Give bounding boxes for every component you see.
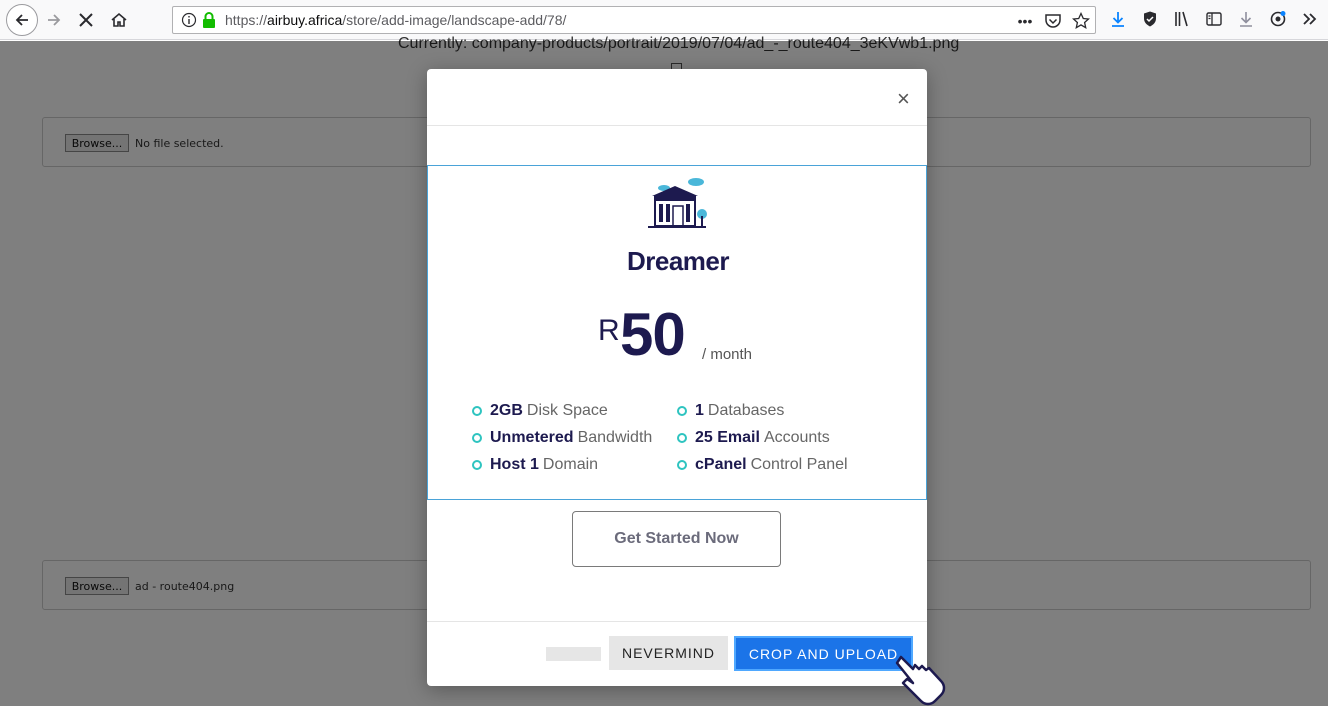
url-bar[interactable]: https://airbuy.africa/store/add-image/la… (172, 6, 1096, 34)
pricing-card: Dreamer R 50 / month 2GB Disk Space 1 Data… (427, 165, 927, 500)
download-icon[interactable] (1107, 8, 1129, 30)
feature-item: Unmetered Bandwidth (472, 429, 652, 447)
browser-toolbar: https://airbuy.africa/store/add-image/la… (0, 0, 1328, 40)
forward-icon (48, 14, 61, 26)
feature-item: 1 Databases (677, 402, 784, 420)
download-arrow-icon[interactable] (1235, 8, 1257, 30)
circle-bullet-icon (677, 406, 687, 416)
plan-name: Dreamer (626, 246, 730, 276)
url-text[interactable]: https://airbuy.africa/store/add-image/la… (225, 12, 566, 28)
get-started-button[interactable]: Get Started Now (572, 511, 781, 567)
crop-and-upload-button[interactable]: CROP AND UPLOAD (734, 636, 913, 671)
account-icon[interactable] (1267, 8, 1289, 30)
info-icon[interactable] (181, 12, 197, 28)
feature-item: 25 Email Accounts (677, 429, 830, 447)
feature-item: 2GB Disk Space (472, 402, 608, 420)
forward-button[interactable] (40, 6, 68, 34)
lock-icon[interactable] (201, 11, 217, 29)
crop-modal: × Dreamer R 50 / month 2GB Disk Space 1 … (427, 69, 927, 686)
back-button[interactable] (6, 4, 38, 36)
overflow-icon[interactable] (1299, 8, 1321, 30)
circle-bullet-icon (677, 460, 687, 470)
feature-item: cPanel Control Panel (677, 456, 848, 474)
circle-bullet-icon (472, 406, 482, 416)
price-amount: 50 (620, 301, 686, 368)
modal-footer-divider (427, 621, 927, 622)
home-icon (111, 12, 127, 27)
stop-button[interactable] (72, 6, 100, 34)
price-currency: R (598, 314, 620, 347)
shield-icon[interactable] (1139, 8, 1161, 30)
circle-bullet-icon (472, 460, 482, 470)
hidden-button[interactable] (546, 647, 601, 661)
circle-bullet-icon (472, 433, 482, 443)
building-icon (648, 178, 707, 228)
more-icon[interactable]: ••• (1015, 11, 1035, 31)
circle-bullet-icon (677, 433, 687, 443)
close-icon[interactable]: × (897, 88, 913, 110)
sidebar-icon[interactable] (1203, 8, 1225, 30)
price-period: / month (702, 346, 753, 363)
back-icon (15, 14, 28, 26)
hand-cursor-icon (895, 655, 946, 706)
stop-icon (79, 13, 93, 27)
star-icon[interactable] (1071, 11, 1091, 31)
feature-item: Host 1 Domain (472, 456, 598, 474)
home-button[interactable] (105, 6, 133, 34)
pocket-icon[interactable] (1043, 11, 1063, 31)
library-icon[interactable] (1171, 8, 1193, 30)
modal-header-divider (427, 125, 927, 126)
nevermind-button[interactable]: NEVERMIND (609, 636, 728, 670)
